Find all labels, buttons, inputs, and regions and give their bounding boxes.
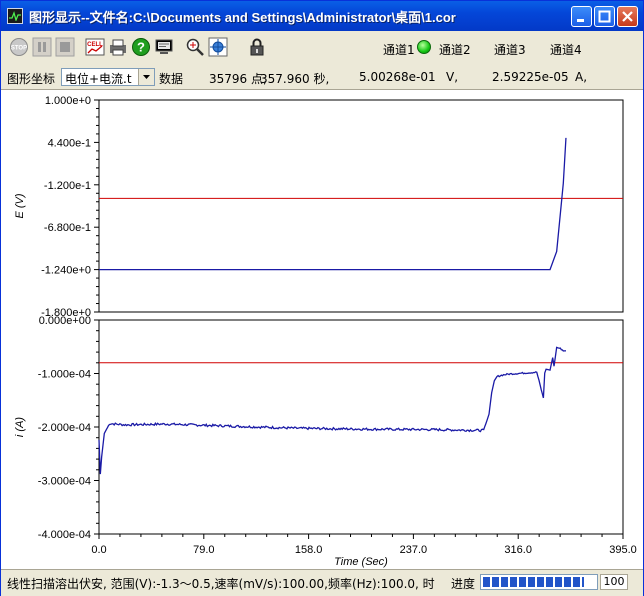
status-bar: 线性扫描溶出伏安, 范围(V):-1.3～0.5,速率(mV/s):100.00… bbox=[1, 569, 643, 596]
current-ytick-label: -3.000e-04 bbox=[38, 476, 91, 488]
chart-area: 1.000e+0 4.400e-1 -1.200e-1 -6.800e-1 -1.240… bbox=[1, 90, 643, 569]
monitor-icon[interactable] bbox=[154, 37, 174, 57]
channel-4-label: 通道4 bbox=[550, 43, 582, 57]
current-ytick-label: -2.000e-04 bbox=[38, 422, 91, 434]
progress-percent: 100 bbox=[600, 574, 628, 590]
potential-plot-frame bbox=[98, 99, 624, 313]
print-icon[interactable] bbox=[108, 37, 128, 57]
zoom-icon[interactable] bbox=[185, 37, 205, 57]
channel-1-indicator bbox=[417, 40, 431, 54]
channel-2-label: 通道2 bbox=[439, 43, 471, 57]
close-button[interactable] bbox=[617, 6, 638, 27]
xlabel: Time (Sec) bbox=[334, 556, 388, 568]
coord-label: 图形坐标 bbox=[7, 72, 56, 86]
potential-ytick-label: -6.800e-1 bbox=[44, 222, 91, 234]
xtick-label: 79.0 bbox=[193, 544, 214, 556]
maximize-button[interactable] bbox=[594, 6, 615, 27]
chart-icon[interactable]: CELL bbox=[85, 37, 105, 57]
xtick-label: 395.0 bbox=[609, 544, 637, 556]
window-title: 图形显示--文件名:C:\Documents and Settings\Admi… bbox=[29, 10, 456, 25]
title-bar[interactable]: 图形显示--文件名:C:\Documents and Settings\Admi… bbox=[1, 1, 643, 31]
potential-ytick-label: -1.240e+0 bbox=[41, 265, 91, 277]
xtick-label: 158.0 bbox=[295, 544, 323, 556]
potential-ytick-label: 1.000e+0 bbox=[45, 95, 91, 107]
plot-mode-select[interactable]: 电位+电流.t bbox=[61, 68, 155, 86]
progress-fill bbox=[483, 577, 584, 587]
square-icon[interactable] bbox=[55, 37, 75, 57]
seconds-readout: 357.960 秒, bbox=[260, 72, 330, 86]
svg-text:?: ? bbox=[137, 40, 145, 55]
potential-ylabel: E (V) bbox=[14, 193, 26, 218]
target-icon[interactable] bbox=[208, 37, 228, 57]
data-label: 数据 bbox=[159, 72, 184, 86]
help-icon[interactable]: ? bbox=[131, 37, 151, 57]
voltage-readout: 5.00268e-01 bbox=[359, 70, 436, 84]
voltage-unit: V, bbox=[446, 70, 459, 84]
current-ytick-label: -4.000e-04 bbox=[38, 529, 91, 541]
current-readout: 2.59225e-05 bbox=[492, 70, 569, 84]
current-plot-frame bbox=[98, 319, 624, 535]
svg-text:STOP: STOP bbox=[11, 46, 27, 52]
progress-label: 进度 bbox=[451, 577, 476, 591]
scope-icon bbox=[7, 8, 23, 24]
current-unit: A, bbox=[575, 70, 588, 84]
minimize-button[interactable] bbox=[571, 6, 592, 27]
channel-1-label: 通道1 bbox=[383, 43, 415, 57]
plot-mode-value: 电位+电流.t bbox=[65, 72, 132, 86]
progress-bar bbox=[480, 574, 598, 590]
toolbar: STOP CELL ? 通道1 通道2 通道3 通道4 bbox=[1, 31, 643, 66]
pause-icon[interactable] bbox=[32, 37, 52, 57]
xtick-label: 237.0 bbox=[400, 544, 428, 556]
app-window: 图形显示--文件名:C:\Documents and Settings\Admi… bbox=[0, 0, 644, 596]
potential-ytick-label: 4.400e-1 bbox=[48, 137, 91, 149]
channel-3-label: 通道3 bbox=[494, 43, 526, 57]
current-ytick-label: 0.000e+00 bbox=[39, 315, 91, 327]
chevron-down-icon[interactable] bbox=[138, 69, 154, 85]
points-readout: 35796 点, bbox=[209, 72, 267, 86]
potential-ytick-label: -1.200e-1 bbox=[44, 180, 91, 192]
xtick-label: 0.0 bbox=[91, 544, 106, 556]
stop-icon[interactable]: STOP bbox=[9, 37, 29, 57]
info-bar: 图形坐标 电位+电流.t 数据 35796 点, 357.960 秒, 5.00… bbox=[1, 65, 643, 90]
scan-parameters: 线性扫描溶出伏安, 范围(V):-1.3～0.5,速率(mV/s):100.00… bbox=[7, 577, 435, 591]
current-ylabel: i (A) bbox=[14, 417, 26, 438]
xtick-label: 316.0 bbox=[504, 544, 532, 556]
lock-icon[interactable] bbox=[247, 37, 267, 57]
plot-svg[interactable]: 1.000e+0 4.400e-1 -1.200e-1 -6.800e-1 -1.240… bbox=[1, 90, 643, 569]
current-ytick-label: -1.000e-04 bbox=[38, 369, 91, 381]
